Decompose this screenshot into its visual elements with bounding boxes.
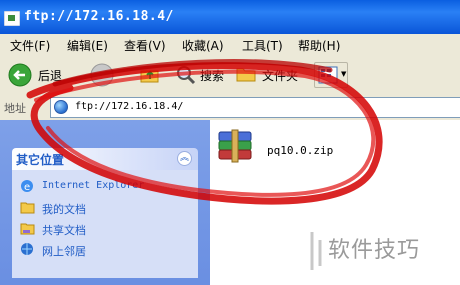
menu-tools[interactable]: 工具(T) [242,37,283,54]
address-bar: 地址 ftp://172.16.18.4/ [0,94,460,120]
network-places-icon [21,243,33,255]
link-label: 网上邻居 [42,245,86,258]
menu-edit[interactable]: 编辑(E) [67,37,108,54]
search-label: 搜索 [200,69,225,83]
title-bar: ftp://172.16.18.4/ [0,0,460,34]
address-value: ftp://172.16.18.4/ [75,101,184,112]
file-item[interactable]: pq10.0.zip [215,126,365,168]
panel-title: 其它位置 [16,153,65,167]
menu-bar: 文件(F) 编辑(E) 查看(V) 收藏(A) 工具(T) 帮助(H) [0,34,460,57]
watermark-logo-icon [310,232,322,270]
address-input[interactable]: ftp://172.16.18.4/ [50,97,460,118]
window-title: ftp://172.16.18.4/ [24,9,174,24]
menu-favorites[interactable]: 收藏(A) [182,37,224,54]
task-pane: 其它位置 ︽ e Internet Explorer 我的文档 共享文档 网上邻… [0,120,210,285]
forward-arrow-icon [90,63,114,87]
folder-icon [236,68,256,82]
chevron-down-icon: ▼ [341,70,347,78]
menu-file[interactable]: 文件(F) [10,37,50,54]
other-places-panel: e Internet Explorer 我的文档 共享文档 网上邻居 [12,170,198,278]
watermark-text: 软件技巧 [328,238,421,263]
folders-button[interactable]: 文件夹 [236,62,304,88]
back-arrow-icon [8,63,32,87]
file-name: pq10.0.zip [267,144,334,157]
toolbar: 后退 搜索 文件夹 ▼ [0,56,460,95]
ftp-globe-icon [54,100,68,114]
menu-help[interactable]: 帮助(H) [298,37,340,54]
ie-icon: e [21,180,33,193]
up-folder-button[interactable] [140,62,160,88]
link-label: 共享文档 [42,224,86,237]
collapse-icon[interactable]: ︽ [177,151,192,166]
winrar-archive-icon [218,129,252,163]
watermark: 软件技巧 [306,224,460,284]
up-folder-icon [140,70,159,83]
address-label: 地址 [4,102,26,115]
views-icon [318,66,338,84]
folders-label: 文件夹 [262,69,299,83]
views-button[interactable]: ▼ [314,62,348,88]
search-button[interactable]: 搜索 [176,62,232,88]
my-documents-icon [20,202,35,214]
shared-documents-icon [20,223,35,235]
menu-view[interactable]: 查看(V) [124,37,166,54]
link-label: 我的文档 [42,203,86,216]
svg-text:e: e [24,182,30,193]
back-label: 后退 [38,69,63,83]
other-places-header[interactable]: 其它位置 ︽ [12,148,198,170]
back-button[interactable]: 后退 [8,62,78,88]
search-icon [177,66,196,85]
link-label: Internet Explorer [42,180,145,191]
window-icon [4,11,20,26]
